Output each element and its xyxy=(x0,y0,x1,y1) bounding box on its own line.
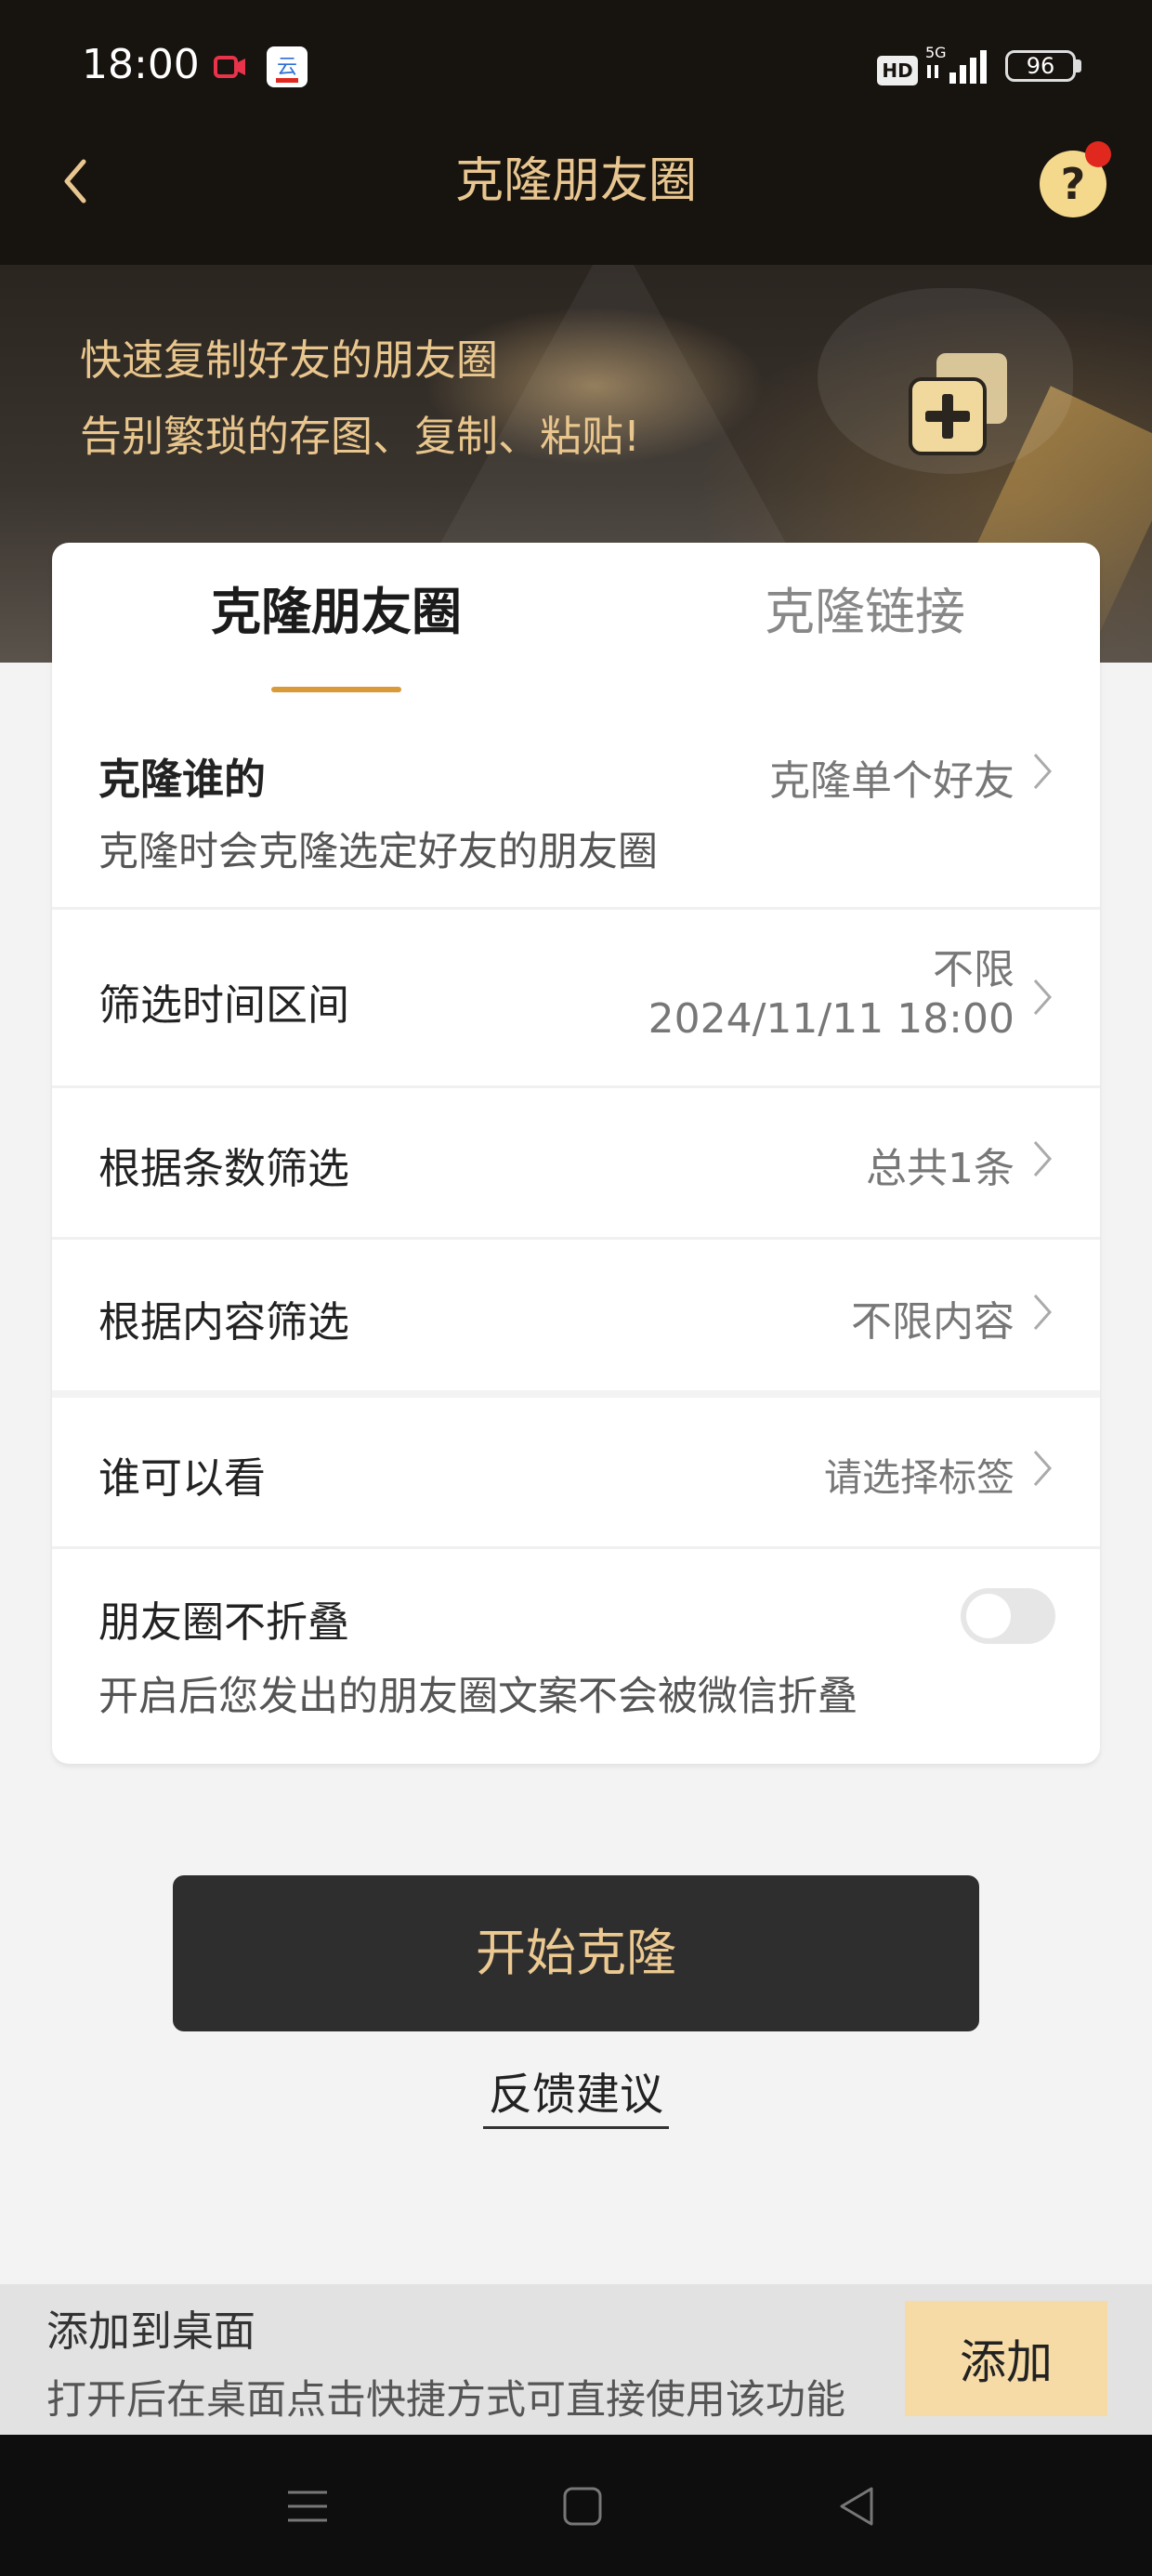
active-tab-indicator xyxy=(271,687,401,692)
feedback-link[interactable]: 反馈建议 xyxy=(483,2065,669,2129)
battery-tip xyxy=(1076,59,1081,72)
row-time-range[interactable]: 筛选时间区间 不限 2024/11/11 18:00 xyxy=(52,907,1100,1086)
row-filter-by-count[interactable]: 根据条数筛选 总共1条 xyxy=(52,1085,1100,1240)
chevron-right-icon xyxy=(1033,1451,1053,1486)
row-title: 筛选时间区间 xyxy=(98,980,350,1030)
system-navigation-bar xyxy=(0,2435,1152,2576)
banner-line-2: 告别繁琐的存图、复制、粘贴! xyxy=(80,412,641,461)
home-icon[interactable] xyxy=(561,2485,604,2528)
add-to-desktop-description: 打开后在桌面点击快捷方式可直接使用该功能 xyxy=(46,2377,845,2424)
add-to-desktop-button[interactable]: 添加 xyxy=(905,2301,1107,2416)
row-value: 不限内容 xyxy=(851,1298,1015,1346)
cloud-app-icon: 云 xyxy=(267,46,308,87)
battery-indicator: 96 xyxy=(1005,50,1076,82)
add-to-desktop-bar: 添加到桌面 打开后在桌面点击快捷方式可直接使用该功能 添加 xyxy=(0,2284,1152,2435)
row-title: 朋友圈不折叠 xyxy=(98,1597,350,1647)
network-label: 5G xyxy=(925,45,947,61)
signal-5g-icon: 5G xyxy=(925,45,987,84)
row-no-fold: 朋友圈不折叠 开启后您发出的朋友圈文案不会被微信折叠 xyxy=(52,1546,1100,1764)
chevron-right-icon xyxy=(1033,1141,1053,1176)
back-triangle-icon[interactable] xyxy=(836,2485,879,2528)
banner-line-1: 快速复制好友的朋友圈 xyxy=(80,335,499,385)
row-who-can-see[interactable]: 谁可以看 请选择标签 xyxy=(52,1390,1100,1548)
clone-plus-icon xyxy=(909,353,1007,455)
row-clone-whose[interactable]: 克隆谁的 克隆单个好友 克隆时会克隆选定好友的朋友圈 xyxy=(52,703,1100,888)
row-subtitle: 开启后您发出的朋友圈文案不会被微信折叠 xyxy=(98,1674,857,1720)
row-value: 总共1条 xyxy=(866,1145,1015,1192)
row-value-line2: 2024/11/11 18:00 xyxy=(648,995,1015,1043)
add-to-desktop-title: 添加到桌面 xyxy=(46,2307,256,2356)
start-clone-button[interactable]: 开始克隆 xyxy=(173,1875,979,2031)
toggle-knob xyxy=(966,1594,1011,1638)
row-filter-by-content[interactable]: 根据内容筛选 不限内容 xyxy=(52,1237,1100,1390)
status-bar: 18:00 云 HD 5G 96 xyxy=(0,0,1152,138)
screen-record-icon xyxy=(214,56,245,78)
menu-icon[interactable] xyxy=(286,2485,329,2528)
row-title: 谁可以看 xyxy=(98,1453,267,1503)
notification-dot xyxy=(1085,141,1111,167)
row-value: 请选择标签 xyxy=(824,1455,1015,1500)
chevron-right-icon xyxy=(1033,754,1053,789)
chevron-right-icon xyxy=(1033,979,1053,1015)
hd-voice-icon: HD xyxy=(877,56,918,85)
row-value: 克隆单个好友 xyxy=(769,757,1015,805)
row-value-line1: 不限 xyxy=(933,946,1015,993)
tab-clone-link[interactable]: 克隆链接 xyxy=(498,580,1100,645)
row-title: 根据内容筛选 xyxy=(98,1297,350,1347)
settings-card: 克隆朋友圈 克隆链接 克隆谁的 克隆单个好友 克隆时会克隆选定好友的朋友圈 筛选… xyxy=(52,543,1100,1764)
row-title: 克隆谁的 xyxy=(98,755,267,804)
row-subtitle: 克隆时会克隆选定好友的朋友圈 xyxy=(98,829,658,875)
chevron-right-icon xyxy=(1033,1295,1053,1330)
no-fold-toggle[interactable] xyxy=(961,1588,1055,1644)
status-time: 18:00 xyxy=(82,41,200,88)
svg-text:云: 云 xyxy=(277,56,297,79)
page-title: 克隆朋友圈 xyxy=(454,153,697,209)
row-title: 根据条数筛选 xyxy=(98,1144,350,1193)
